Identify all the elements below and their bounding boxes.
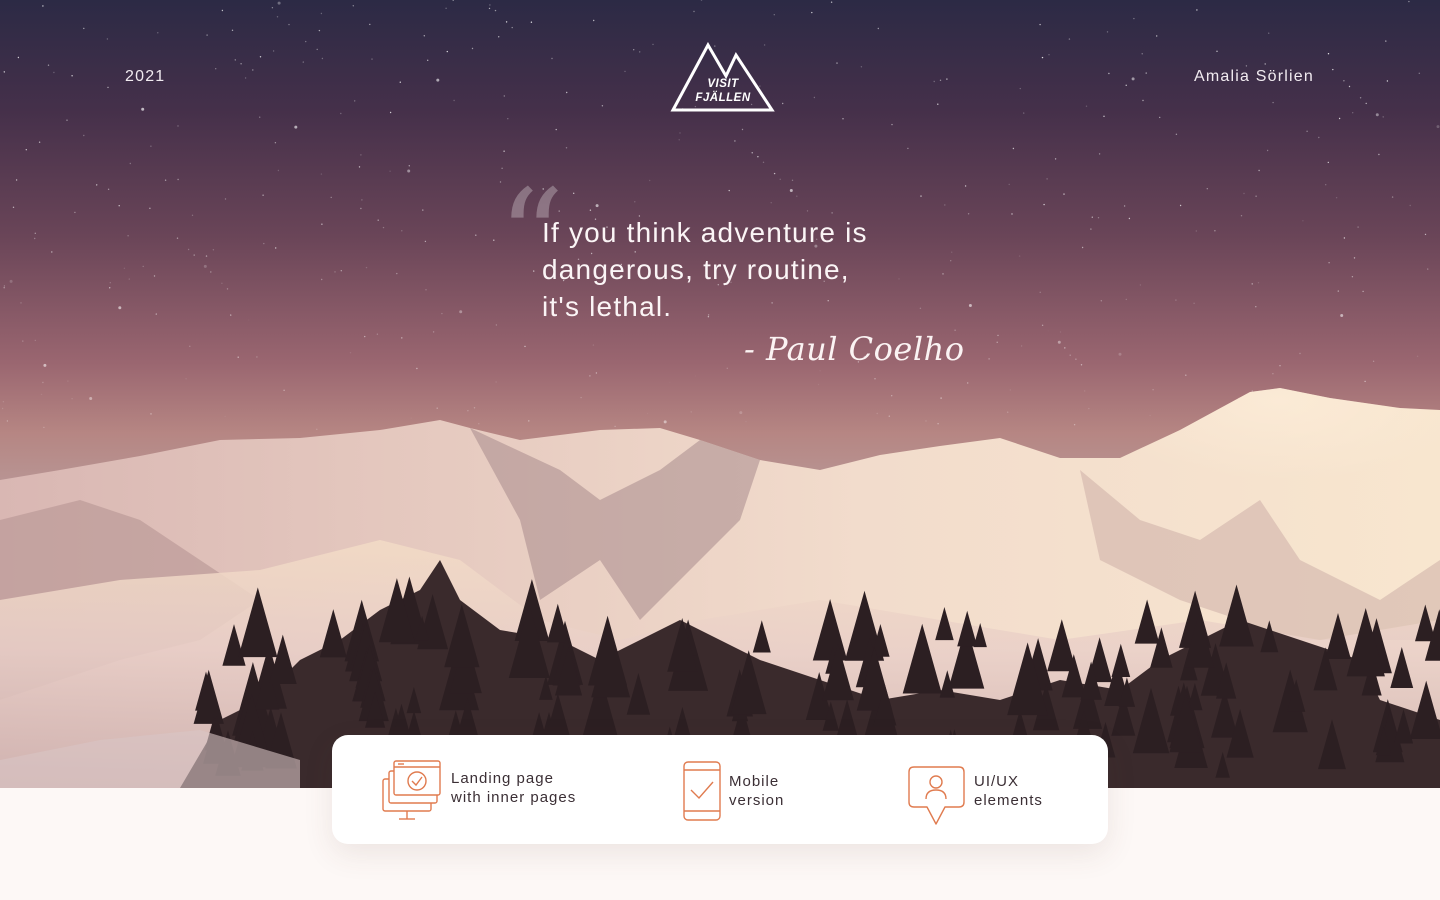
feature-label: Mobile version <box>729 772 784 810</box>
features-card: Landing page with inner pages Mobile ver… <box>332 735 1108 844</box>
mobile-icon <box>683 761 721 821</box>
feature-label: UI/UX elements <box>974 772 1043 810</box>
feature-ui-ux: UI/UX elements <box>908 735 1098 844</box>
quote-line: it's lethal. <box>542 291 673 322</box>
hero-section: 2021 VISIT FJÄLLEN Amalia Sörlien “ If y… <box>0 0 1440 788</box>
user-speech-bubble-icon <box>908 766 965 825</box>
feature-label: Landing page with inner pages <box>451 769 576 807</box>
feature-landing-pages: Landing page with inner pages <box>382 735 642 844</box>
feature-label-line: Mobile <box>729 773 780 790</box>
feature-label-line: with inner pages <box>451 789 577 806</box>
feature-label-line: elements <box>974 792 1043 809</box>
landing-pages-icon <box>382 760 441 820</box>
year-label: 2021 <box>125 68 166 85</box>
author-name: Amalia Sörlien <box>1194 68 1314 85</box>
quote-line: If you think adventure is <box>542 217 868 248</box>
feature-mobile: Mobile version <box>683 735 863 844</box>
feature-label-line: Landing page <box>451 770 554 787</box>
quote-author-signature: - Paul Coelho <box>744 330 965 368</box>
logo-line-2: FJÄLLEN <box>695 92 751 104</box>
quote-text: If you think adventure is dangerous, try… <box>542 214 962 325</box>
feature-label-line: UI/UX <box>974 773 1020 790</box>
mountain-landscape-image <box>0 0 1440 788</box>
feature-label-line: version <box>729 792 785 809</box>
visit-fjallen-logo[interactable]: VISIT FJÄLLEN <box>670 41 776 114</box>
quote-line: dangerous, try routine, <box>542 254 850 285</box>
logo-line-1: VISIT <box>707 78 739 90</box>
